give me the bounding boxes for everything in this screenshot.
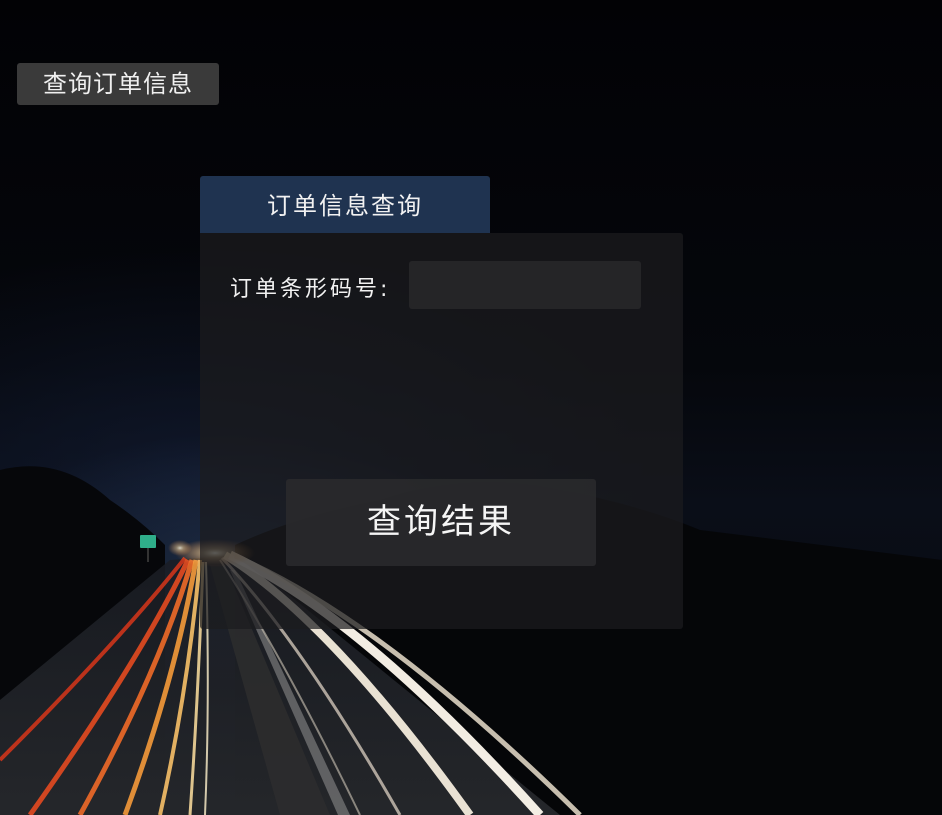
tab-order-info-query[interactable]: 订单信息查询 [200, 176, 490, 233]
road-sign [140, 535, 156, 548]
barcode-label: 订单条形码号: [230, 277, 391, 302]
barcode-input[interactable] [409, 261, 641, 309]
query-order-info-button[interactable]: 查询订单信息 [17, 63, 219, 105]
query-result-button[interactable]: 查询结果 [286, 479, 596, 566]
query-panel: 订单条形码号: 查询结果 [200, 233, 683, 629]
page-root: 查询订单信息 订单信息查询 订单条形码号: 查询结果 [0, 0, 942, 815]
